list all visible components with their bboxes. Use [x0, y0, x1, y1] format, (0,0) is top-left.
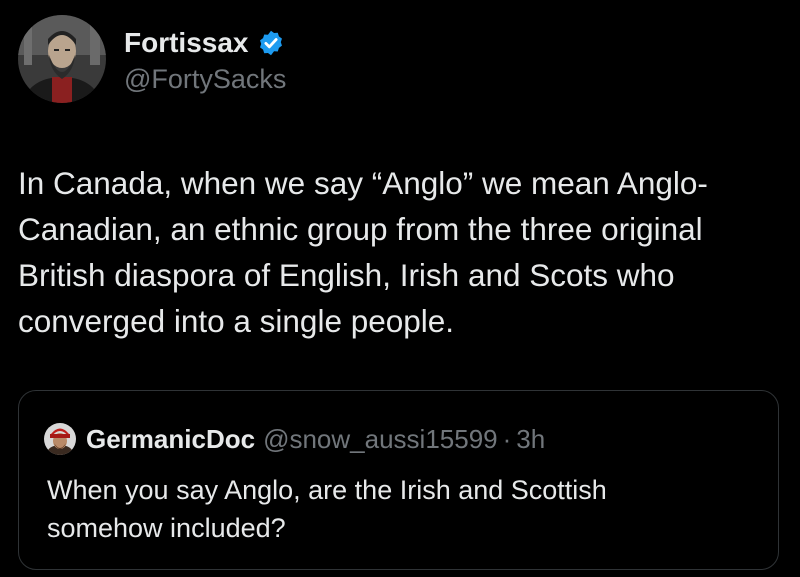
quoted-author-display-name[interactable]: GermanicDoc — [86, 424, 255, 455]
tweet-text-line: Canadian, an ethnic group from the three… — [18, 211, 703, 247]
tweet-text-line: British diaspora of English, Irish and S… — [18, 257, 675, 293]
tweet-text-line: In Canada, when we say “Anglo” we mean A… — [18, 165, 708, 201]
quoted-timestamp[interactable]: 3h — [516, 424, 545, 455]
author-name-row: Fortissax — [124, 26, 285, 60]
quoted-tweet-card[interactable]: GermanicDoc @snow_aussi15599 · 3h When y… — [18, 390, 779, 570]
tweet: Fortissax @FortySacks In Canada, when we… — [0, 0, 800, 577]
author-handle[interactable]: @FortySacks — [124, 62, 286, 96]
quoted-tweet-text: When you say Anglo, are the Irish and Sc… — [47, 471, 767, 547]
author-avatar[interactable] — [18, 15, 106, 103]
quoted-text-line: When you say Anglo, are the Irish and Sc… — [47, 475, 607, 505]
red-helmet-avatar-icon — [44, 423, 76, 455]
bearded-man-avatar-icon — [18, 15, 106, 103]
quoted-separator-dot: · — [502, 423, 512, 454]
quoted-author-avatar[interactable] — [44, 423, 76, 455]
verified-badge-icon — [259, 30, 282, 56]
tweet-text-line: converged into a single people. — [18, 303, 455, 339]
quoted-author-handle[interactable]: @snow_aussi15599 — [263, 424, 498, 455]
quoted-tweet-header: GermanicDoc @snow_aussi15599 · 3h — [44, 421, 545, 457]
tweet-text: In Canada, when we say “Anglo” we mean A… — [18, 160, 788, 344]
quoted-text-line: somehow included? — [47, 513, 286, 543]
author-display-name[interactable]: Fortissax — [124, 26, 249, 60]
